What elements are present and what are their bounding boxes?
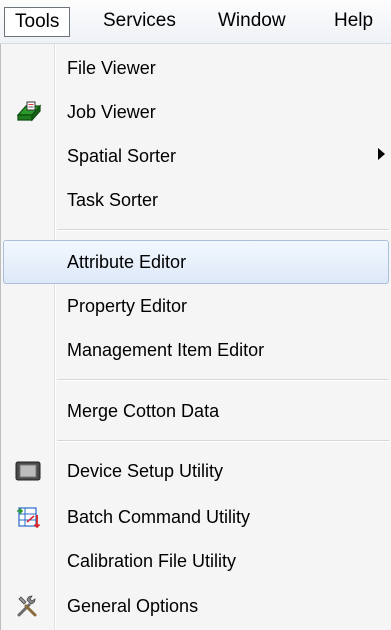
menu-item-label: Merge Cotton Data <box>67 401 220 421</box>
menu-item-label: File Viewer <box>67 58 156 78</box>
menu-item-spatial-sorter[interactable]: Spatial Sorter <box>3 134 389 178</box>
menu-window[interactable]: Window <box>208 7 296 37</box>
menu-item-job-viewer[interactable]: Job Viewer <box>3 90 389 134</box>
submenu-arrow-icon <box>378 148 385 160</box>
menu-separator <box>57 440 389 442</box>
menu-item-general-options[interactable]: General Options <box>3 584 389 628</box>
device-setup-icon <box>15 461 41 481</box>
job-viewer-icon <box>16 101 41 122</box>
menu-item-label: Device Setup Utility <box>67 461 224 481</box>
menu-item-attribute-editor[interactable]: Attribute Editor <box>3 240 389 284</box>
batch-command-icon <box>17 507 41 529</box>
menu-item-label: Spatial Sorter <box>67 146 177 166</box>
tools-icon <box>17 595 37 617</box>
menu-item-calibration-file-utility[interactable]: Calibration File Utility <box>3 539 389 583</box>
tools-dropdown-menu: File Viewer Job Viewer Spatial Sorter Ta… <box>0 44 391 630</box>
menu-item-file-viewer[interactable]: File Viewer <box>3 46 389 90</box>
menu-services[interactable]: Services <box>93 7 186 37</box>
menu-item-label: Task Sorter <box>67 190 159 210</box>
menu-item-merge-cotton-data[interactable]: Merge Cotton Data <box>3 389 389 433</box>
menu-item-batch-command-utility[interactable]: Batch Command Utility <box>3 495 389 539</box>
menu-item-label: Batch Command Utility <box>67 507 251 527</box>
menu-item-label: General Options <box>67 596 199 616</box>
menu-item-label: Calibration File Utility <box>67 551 237 571</box>
menu-item-property-editor[interactable]: Property Editor <box>3 284 389 328</box>
menu-item-label: Attribute Editor <box>67 252 187 272</box>
menu-bar: Tools Services Window Help <box>0 0 391 44</box>
menu-item-device-setup-utility[interactable]: Device Setup Utility <box>3 449 389 493</box>
menu-item-label: Job Viewer <box>67 102 156 122</box>
menu-help[interactable]: Help <box>324 7 383 37</box>
menu-item-label: Management Item Editor <box>67 340 265 360</box>
menu-separator <box>57 229 389 231</box>
menu-item-management-item-editor[interactable]: Management Item Editor <box>3 328 389 372</box>
menu-tools[interactable]: Tools <box>4 7 71 37</box>
menu-item-task-sorter[interactable]: Task Sorter <box>3 178 389 222</box>
menu-separator <box>57 379 389 381</box>
menu-item-label: Property Editor <box>67 296 188 316</box>
